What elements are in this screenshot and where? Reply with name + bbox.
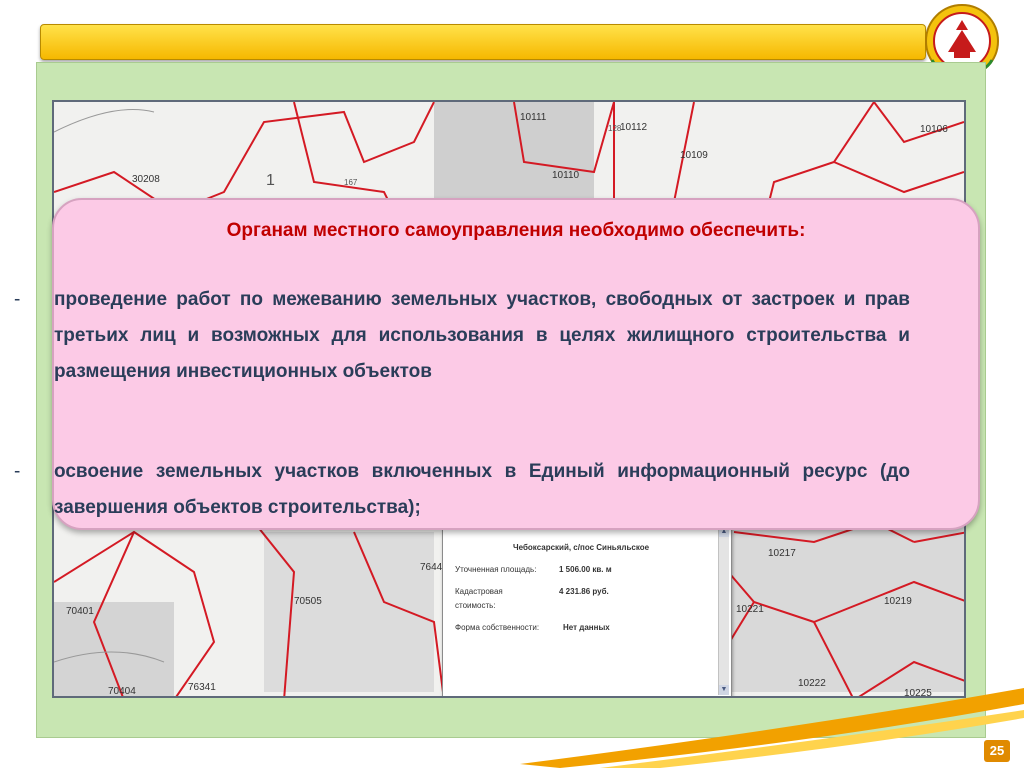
bullet-text: проведение работ по межеванию земельных … [54, 289, 910, 382]
cost-value: 4 231.86 руб. [559, 587, 609, 596]
map-label: 7644 [420, 562, 443, 573]
bullet-text: освоение земельных участков включенных в… [54, 461, 910, 518]
map-label: 10221 [736, 604, 764, 615]
map-label: 70401 [66, 606, 94, 617]
bullet-item: - проведение работ по межеванию земельны… [14, 282, 910, 390]
bullet-marker: - [14, 289, 21, 310]
area-label: Уточненная площадь: [455, 565, 537, 574]
popup-scrollbar[interactable]: ▲ ▼ [718, 527, 729, 695]
map-label: 167 [344, 178, 358, 187]
map-label: 10110 [552, 170, 580, 181]
map-label: 10111 [520, 112, 547, 123]
header-bar [40, 24, 926, 60]
decorative-swoosh [520, 688, 1024, 768]
area-value: 1 506.00 кв. м [559, 565, 612, 574]
parcel-address: Чебоксарский, с/пос Синьяльское [513, 543, 650, 552]
map-label: 10109 [680, 150, 708, 161]
bullet-marker: - [14, 461, 21, 482]
map-label: 30208 [132, 174, 160, 185]
ownership-label: Форма собственности: [455, 623, 540, 632]
bullet-item: - освоение земельных участков включенных… [14, 454, 910, 526]
cost-label-line2: стоимость: [455, 601, 496, 610]
parcel-info-popup: Чебоксарский, с/пос Синьяльское Уточненн… [442, 522, 732, 696]
page-number: 25 [984, 740, 1010, 762]
card-title: Органам местного самоуправления необходи… [226, 220, 806, 241]
map-label: 10112 [620, 122, 648, 133]
map-label: 10106 [920, 124, 948, 135]
cost-label: Кадастровая [455, 587, 503, 596]
map-label: 70505 [294, 596, 322, 607]
map-label: 1 [266, 172, 275, 189]
map-label: 10219 [884, 596, 912, 607]
map-label: 10217 [768, 548, 796, 559]
ownership-value: Нет данных [563, 623, 610, 632]
